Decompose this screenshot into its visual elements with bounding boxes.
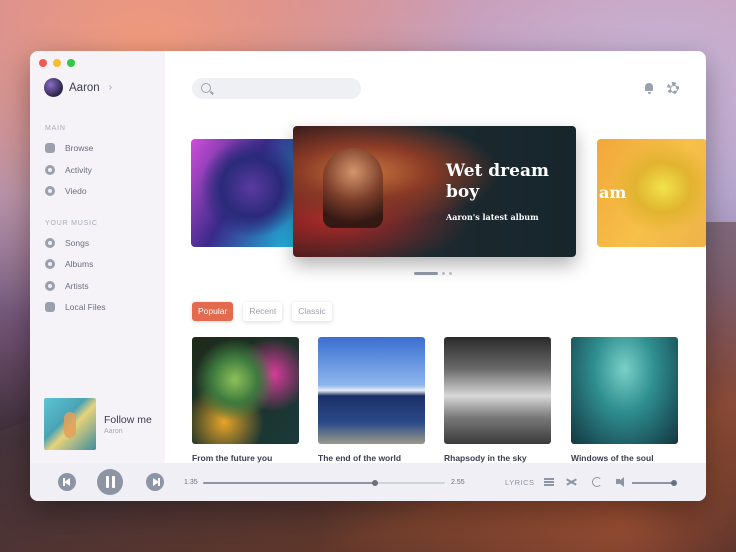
video-icon [45, 186, 55, 196]
artists-icon [45, 281, 55, 291]
repeat-icon[interactable] [592, 477, 602, 487]
player-bar: 1.35 2.55 LYRICS [30, 463, 706, 501]
volume-slider[interactable] [632, 480, 677, 486]
album-title: From the future you [192, 453, 273, 463]
featured-title: Wet dream boy [446, 161, 549, 202]
user-profile[interactable]: Aaron › [44, 78, 112, 97]
sidebar-item-label: Local Files [65, 302, 106, 312]
carousel-dot[interactable] [442, 272, 445, 275]
pause-button[interactable] [97, 469, 123, 495]
browse-icon [45, 143, 55, 153]
featured-subtitle: Aaron's latest album [446, 212, 539, 222]
album-cover [444, 337, 551, 444]
volume-fill [632, 482, 674, 484]
elapsed-time: 1.35 [184, 479, 198, 486]
sidebar-item-activity[interactable]: Activity [45, 165, 92, 175]
album-card[interactable]: Windows of the soul [571, 337, 678, 463]
album-filter-tabs: Popular Recent Classic [192, 302, 332, 321]
sidebar: Aaron › MAIN Browse Activity Viedo YOUR … [30, 51, 165, 463]
next-track-button[interactable] [146, 473, 164, 491]
carousel-featured-slide[interactable]: Wet dream boy Aaron's latest album [293, 126, 576, 257]
file-icon [45, 302, 55, 312]
total-time: 2.55 [451, 479, 465, 486]
follow-subtitle: Aaron [104, 427, 123, 435]
sidebar-item-label: Activity [65, 165, 92, 175]
progress-slider[interactable] [203, 480, 445, 486]
avatar [44, 78, 63, 97]
carousel-next-title: am [599, 183, 627, 202]
section-label-your-music: YOUR MUSIC [45, 220, 98, 227]
sidebar-item-label: Browse [65, 143, 94, 153]
main-content: am Wet dream boy Aaron's latest album Po… [165, 51, 706, 463]
sidebar-item-albums[interactable]: Albums [45, 259, 93, 269]
album-cover [571, 337, 678, 444]
album-title: Rhapsody in the sky [444, 453, 527, 463]
tab-recent[interactable]: Recent [243, 302, 283, 321]
carousel-slide-previous[interactable] [191, 139, 301, 247]
gear-icon[interactable] [667, 82, 679, 94]
minimize-window-button[interactable] [53, 59, 61, 67]
sidebar-item-songs[interactable]: Songs [45, 238, 89, 248]
album-title: Windows of the soul [571, 453, 654, 463]
album-title: The end of the world [318, 453, 402, 463]
sidebar-item-label: Songs [65, 238, 90, 248]
activity-icon [45, 165, 55, 175]
progress-fill [203, 482, 375, 484]
sidebar-item-browse[interactable]: Browse [45, 143, 93, 153]
songs-icon [45, 238, 55, 248]
volume-handle[interactable] [670, 480, 677, 486]
tab-popular[interactable]: Popular [192, 302, 234, 321]
now-following-card[interactable]: Follow me Aaron [44, 398, 152, 450]
carousel-dot-active[interactable] [414, 272, 438, 275]
sidebar-item-label: Albums [65, 259, 94, 269]
album-card[interactable]: The end of the world [318, 337, 425, 463]
chevron-right-icon: › [108, 82, 113, 93]
app-window: Aaron › MAIN Browse Activity Viedo YOUR … [30, 51, 706, 501]
carousel-dot[interactable] [449, 272, 452, 275]
sidebar-item-label: Artists [65, 281, 89, 291]
maximize-window-button[interactable] [67, 59, 75, 67]
albums-icon [45, 259, 55, 269]
follow-artwork [44, 398, 96, 450]
volume-icon[interactable] [616, 477, 626, 487]
search-input[interactable] [192, 78, 361, 99]
section-label-main: MAIN [45, 125, 66, 132]
window-controls [39, 59, 75, 67]
user-name: Aaron [69, 81, 100, 94]
sidebar-item-artists[interactable]: Artists [45, 281, 89, 291]
close-window-button[interactable] [39, 59, 47, 67]
sidebar-item-label: Viedo [65, 186, 87, 196]
previous-track-button[interactable] [58, 473, 76, 491]
album-card[interactable]: From the future you [192, 337, 299, 463]
carousel-indicator [414, 272, 452, 275]
lyrics-button[interactable]: LYRICS [505, 478, 535, 487]
sidebar-item-video[interactable]: Viedo [45, 186, 87, 196]
album-cover [192, 337, 299, 444]
sidebar-item-local-files[interactable]: Local Files [45, 302, 106, 312]
carousel-slide-next[interactable]: am [597, 139, 706, 247]
album-cover [318, 337, 425, 444]
progress-handle[interactable] [371, 480, 378, 486]
bell-icon[interactable] [644, 83, 654, 94]
queue-list-icon[interactable] [544, 477, 554, 487]
album-card[interactable]: Rhapsody in the sky [444, 337, 551, 463]
follow-title: Follow me [104, 413, 152, 426]
shuffle-icon[interactable] [566, 477, 576, 487]
featured-artist-image [323, 148, 383, 228]
search-icon [201, 83, 211, 93]
tab-classic[interactable]: Classic [292, 302, 332, 321]
